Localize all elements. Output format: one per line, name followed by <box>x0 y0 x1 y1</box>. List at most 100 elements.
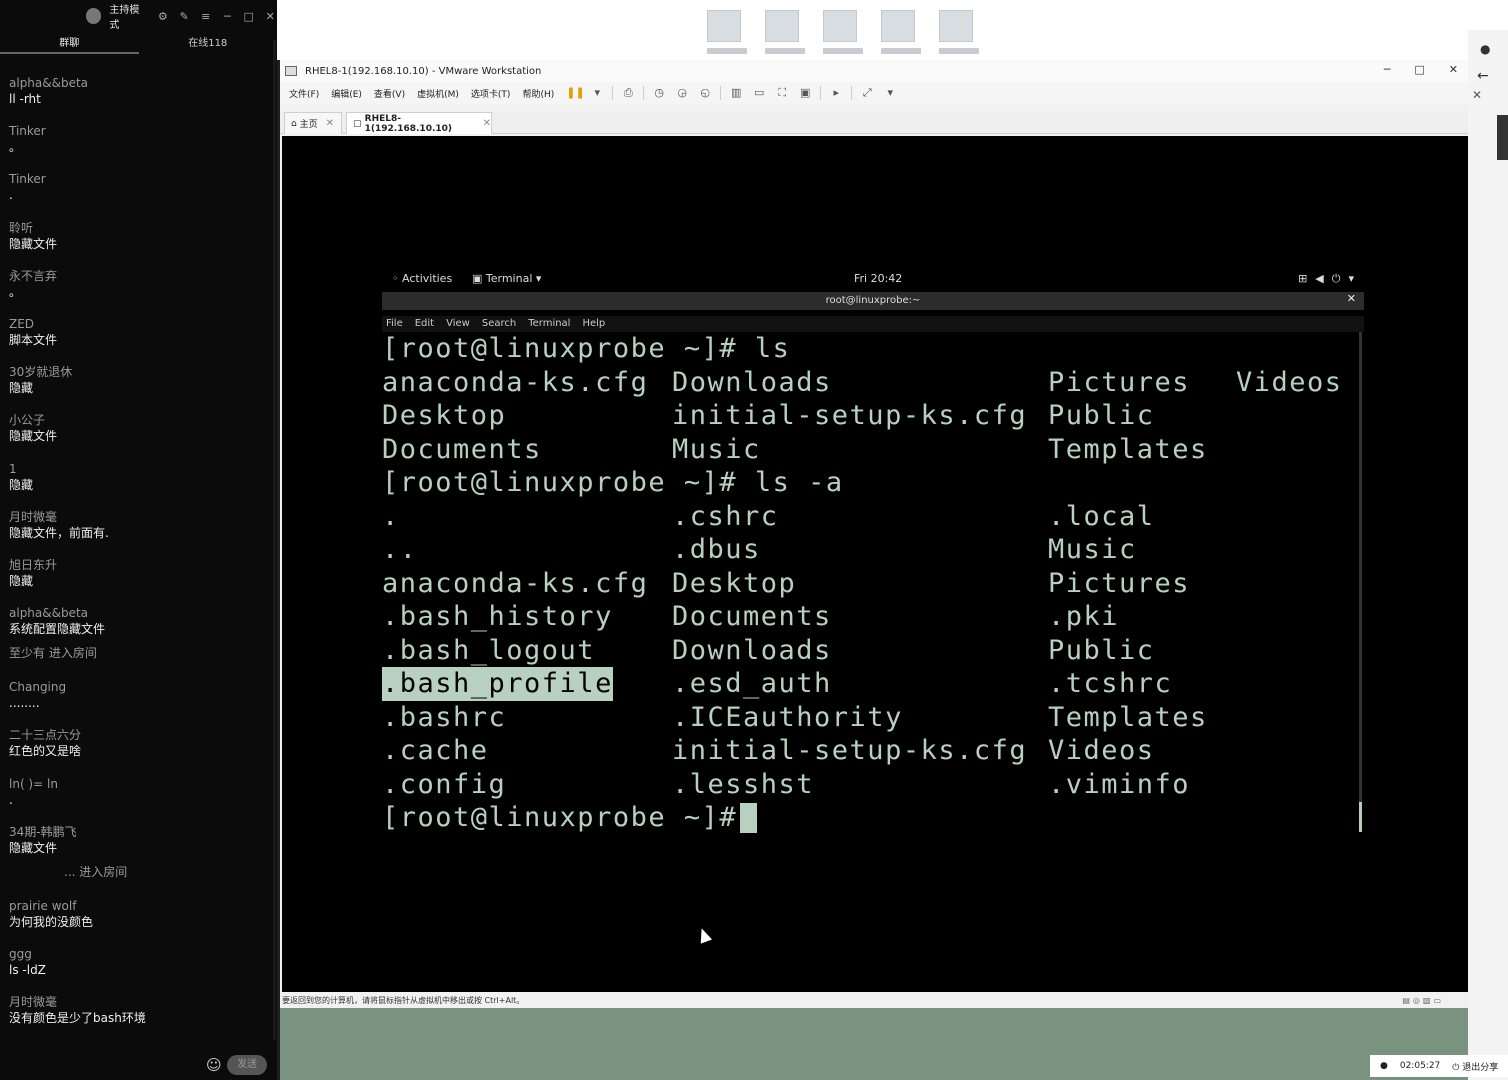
fullscreen-icon[interactable]: ⛶ <box>774 86 790 100</box>
app-menu-label: Terminal <box>485 272 533 285</box>
message-username[interactable]: alpha&&beta <box>9 606 272 622</box>
message-username[interactable]: ln( )= ln <box>9 777 272 793</box>
message-username[interactable]: 月时微毫 <box>9 510 272 526</box>
vm-display[interactable]: ◦ Activities ▣ Terminal ▾ Fri 20:42 ⊞◀⏻▾… <box>282 136 1468 992</box>
vmware-menubar: 文件(F) 编辑(E) 查看(V) 虚拟机(M) 选项卡(T) 帮助(H) ❚❚… <box>280 82 1468 104</box>
desktop-shortcut-icon[interactable] <box>823 10 863 56</box>
chat-message: Tinker。 <box>9 108 272 156</box>
maximize-icon[interactable]: □ <box>1414 60 1424 80</box>
menu-tabs[interactable]: 选项卡(T) <box>471 87 511 100</box>
back-arrow-icon[interactable]: ← <box>1477 68 1489 84</box>
chat-message-list[interactable]: alpha&&beta ll -rht Tinker。 Tinker. 聆听 隐藏文件 永不… <box>0 60 272 1050</box>
menu-view[interactable]: 查看(V) <box>374 87 405 100</box>
menu-edit[interactable]: 编辑(E) <box>331 87 362 100</box>
desktop-shortcut-icon[interactable] <box>707 10 747 56</box>
menu-terminal[interactable]: Terminal <box>528 316 570 332</box>
exit-share-button[interactable]: ⏻ 退出分享 <box>1452 1060 1498 1073</box>
snapshot-restore-icon[interactable]: ◶ <box>674 86 690 100</box>
terminal-output[interactable]: [root@linuxprobe ~]# ls anaconda-ks.cfg Do… <box>382 332 1358 992</box>
message-username[interactable]: 30岁就退休 <box>9 365 272 381</box>
dropdown-icon[interactable]: ▾ <box>589 86 605 100</box>
share-timer-bar: ● 02:05:27 ⏻ 退出分享 <box>1370 1055 1508 1077</box>
send-ctrl-alt-del-icon[interactable]: ⎙ <box>620 86 636 100</box>
elapsed-time: 02:05:27 <box>1399 1061 1441 1071</box>
close-tab-icon[interactable]: ✕ <box>326 118 334 129</box>
message-username[interactable]: 聆听 <box>9 221 272 237</box>
message-text: 隐藏文件 <box>9 236 58 251</box>
clock[interactable]: Fri 20:42 <box>854 272 902 285</box>
message-username[interactable]: ggg <box>9 947 272 963</box>
tab-online[interactable]: 在线118 <box>139 34 278 54</box>
message-username[interactable]: Tinker <box>9 172 272 188</box>
chat-message: 聆听 隐藏文件 <box>9 205 272 253</box>
message-username[interactable]: Changing <box>9 680 272 696</box>
chat-bubble-icon[interactable]: ● <box>1480 42 1490 56</box>
message-username[interactable]: 1 <box>9 462 272 478</box>
send-button[interactable]: 发送 <box>227 1055 267 1075</box>
menu-help[interactable]: 帮助(H) <box>522 87 554 100</box>
volume-icon: ◀ <box>1315 272 1332 285</box>
desktop-shortcut-icon[interactable] <box>765 10 805 56</box>
message-text: 。 <box>9 140 22 155</box>
message-username[interactable]: 月时微毫 <box>9 995 272 1011</box>
settings-icon[interactable]: ⚙ <box>156 10 170 23</box>
message-text: 系统配置隐藏文件 <box>9 622 106 637</box>
tab-vm[interactable]: ▢ RHEL8-1(192.168.10.10) ✕ <box>346 112 492 134</box>
chat-scrollbar[interactable] <box>273 40 276 1040</box>
close-icon[interactable]: ✕ <box>1472 88 1482 102</box>
maximize-icon[interactable]: □ <box>242 10 256 23</box>
message-username[interactable]: 二十三点六分 <box>9 728 272 744</box>
app-menu[interactable]: ▣ Terminal ▾ <box>472 272 541 285</box>
thumbnail-icon[interactable]: ▭ <box>751 86 767 100</box>
menu-search[interactable]: Search <box>482 316 516 332</box>
message-username[interactable]: Tinker <box>9 124 272 140</box>
menu-vm[interactable]: 虚拟机(M) <box>417 87 459 100</box>
close-tab-icon[interactable]: ✕ <box>483 118 491 129</box>
minimize-icon[interactable]: ─ <box>221 10 235 23</box>
edit-icon[interactable]: ✎ <box>178 10 192 23</box>
chat-message: 1 隐藏 <box>9 446 272 494</box>
terminal-cell: Documents <box>672 601 832 632</box>
library-icon[interactable]: ▥ <box>728 86 744 100</box>
stretch-icon[interactable]: ⤢ <box>859 86 875 100</box>
menu-view[interactable]: View <box>446 316 470 332</box>
menu-file[interactable]: File <box>386 316 403 332</box>
snapshot-manager-icon[interactable]: ◵ <box>697 86 713 100</box>
snapshot-icon[interactable]: ◷ <box>651 86 667 100</box>
vmware-titlebar: RHEL8-1(192.168.10.10) - VMware Workstat… <box>280 60 1468 82</box>
sidebar-scroll-thumb[interactable] <box>1497 115 1508 160</box>
terminal-scrollbar[interactable] <box>1359 332 1362 832</box>
message-username[interactable]: alpha&&beta <box>9 76 272 92</box>
tab-home[interactable]: ⌂ 主页 ✕ <box>284 112 342 134</box>
close-icon[interactable]: ✕ <box>264 10 278 23</box>
pause-icon[interactable]: ❚❚ <box>566 86 584 100</box>
close-icon[interactable]: ✕ <box>1449 60 1458 80</box>
menu-icon[interactable]: ≡ <box>199 10 213 23</box>
menu-help[interactable]: Help <box>582 316 605 332</box>
console-icon[interactable]: ▸ <box>828 86 844 100</box>
message-text: 为何我的没颜色 <box>9 915 94 929</box>
emoji-icon[interactable]: ☺ <box>206 1056 222 1074</box>
chat-message: alpha&&beta ll -rht <box>9 60 272 108</box>
message-username[interactable]: 旭日东升 <box>9 558 272 574</box>
menu-edit[interactable]: Edit <box>415 316 434 332</box>
message-username[interactable]: prairie wolf <box>9 899 272 915</box>
system-tray[interactable]: ⊞◀⏻▾ <box>1298 272 1362 286</box>
message-username[interactable]: ZED <box>9 317 272 333</box>
chat-message: 34期-韩鹏飞 隐藏文件 <box>9 809 272 857</box>
menu-file[interactable]: 文件(F) <box>289 87 319 100</box>
tab-group-chat[interactable]: 群聊 <box>0 34 139 54</box>
desktop-shortcut-icon[interactable] <box>881 10 921 56</box>
desktop-shortcut-icon[interactable] <box>939 10 979 56</box>
device-status-icons[interactable]: ▤◎▧▭ <box>1402 994 1444 1008</box>
close-icon[interactable]: ✕ <box>1347 292 1356 305</box>
minimize-icon[interactable]: ─ <box>1384 60 1391 80</box>
chat-message: prairie wolf 为何我的没颜色 <box>9 883 272 931</box>
terminal-window[interactable]: root@linuxprobe:~ ✕ File Edit View Searc… <box>382 292 1364 992</box>
message-username[interactable]: 小公子 <box>9 413 272 429</box>
message-username[interactable]: 永不言弃 <box>9 269 272 285</box>
dropdown-icon[interactable]: ▾ <box>882 86 898 100</box>
unity-icon[interactable]: ▣ <box>797 86 813 100</box>
activities-button[interactable]: ◦ Activities <box>392 272 452 285</box>
message-username[interactable]: 34期-韩鹏飞 <box>9 825 272 841</box>
